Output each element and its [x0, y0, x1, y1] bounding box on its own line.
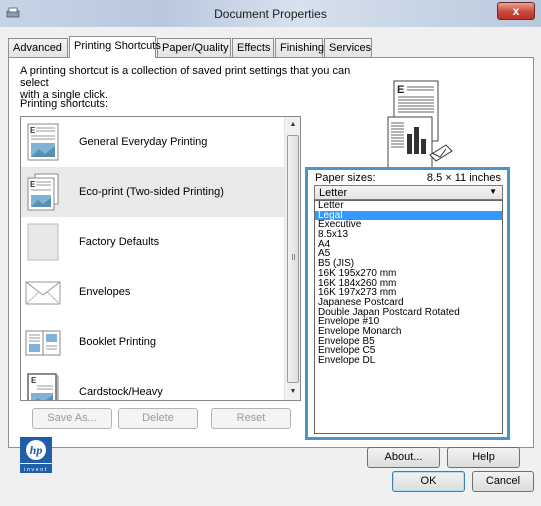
ok-button[interactable]: OK — [392, 471, 465, 492]
list-scrollbar[interactable]: ▲ ▼ — [284, 117, 300, 400]
list-item[interactable]: Factory Defaults — [21, 217, 286, 267]
title-bar: Document Properties x — [0, 0, 541, 27]
reset-button[interactable]: Reset — [211, 408, 291, 429]
list-item[interactable]: E Cardstock/Heavy — [21, 367, 286, 400]
paper-size-dropdown[interactable]: Letter Legal Executive 8.5x13 A4 A5 B5 (… — [314, 200, 503, 434]
svg-text:E: E — [30, 126, 36, 135]
tab-effects[interactable]: Effects — [232, 38, 274, 57]
list-item-label: Cardstock/Heavy — [79, 386, 163, 398]
list-item[interactable]: Envelopes — [21, 267, 286, 317]
about-button[interactable]: About... — [367, 447, 440, 468]
shortcut-description: A printing shortcut is a collection of s… — [20, 65, 360, 101]
cardstock-icon: E — [27, 373, 59, 400]
chevron-down-icon[interactable]: ▼ — [489, 187, 497, 196]
list-item-label: Eco-print (Two-sided Printing) — [79, 186, 224, 198]
svg-text:E: E — [397, 84, 404, 96]
list-item[interactable]: Booklet Printing — [21, 317, 286, 367]
svg-text:invent: invent — [24, 467, 48, 473]
list-item[interactable]: E Eco-print (Two-sided Printing) — [21, 167, 286, 217]
paper-sizes-callout: Paper sizes: 8.5 × 11 inches Letter ▼ Le… — [305, 167, 510, 440]
svg-text:E: E — [30, 180, 36, 189]
window-title: Document Properties — [214, 7, 327, 21]
description-line-1: A printing shortcut is a collection of s… — [20, 65, 351, 89]
tab-services[interactable]: Services — [324, 38, 372, 57]
list-item-label: Booklet Printing — [79, 336, 157, 348]
tab-paper-quality[interactable]: Paper/Quality — [157, 38, 231, 57]
scroll-down-arrow-icon[interactable]: ▼ — [285, 384, 300, 400]
paper-dimensions: 8.5 × 11 inches — [426, 172, 501, 184]
save-as-button[interactable]: Save As... — [32, 408, 112, 429]
scroll-up-arrow-icon[interactable]: ▲ — [285, 117, 300, 133]
list-item-label: General Everyday Printing — [79, 136, 208, 148]
paper-size-select[interactable]: Letter ▼ — [314, 185, 503, 200]
blank-doc-icon — [27, 223, 59, 261]
list-item-label: Envelopes — [79, 286, 131, 298]
help-button[interactable]: Help — [447, 447, 520, 468]
close-button[interactable]: x — [497, 2, 535, 20]
shortcuts-list[interactable]: E General Everyday Printing E Eco-print … — [20, 116, 301, 401]
page-preview-icon: E — [387, 80, 453, 178]
list-item-label: Factory Defaults — [79, 236, 160, 248]
duplex-doc-icon: E — [27, 173, 59, 211]
paper-option[interactable]: A4 — [315, 239, 502, 250]
paper-sizes-label: Paper sizes: — [315, 172, 376, 184]
grip-icon — [292, 254, 295, 260]
svg-text:E: E — [31, 376, 37, 385]
paper-option[interactable]: 8.5x13 — [315, 230, 502, 240]
tab-advanced[interactable]: Advanced — [8, 38, 68, 57]
svg-text:hp: hp — [30, 443, 43, 457]
hp-logo: hp invent — [20, 437, 52, 473]
dialog-client: Advanced Printing Shortcuts Paper/Qualit… — [0, 27, 541, 506]
paper-option[interactable]: Envelope DL — [315, 356, 502, 366]
general-doc-icon: E — [27, 123, 59, 161]
delete-button[interactable]: Delete — [118, 408, 198, 429]
booklet-icon — [25, 330, 61, 356]
scroll-thumb[interactable] — [287, 135, 299, 383]
tab-printing-shortcuts[interactable]: Printing Shortcuts — [69, 36, 161, 58]
shortcuts-label: Printing shortcuts: — [20, 98, 109, 110]
selected-paper-size: Letter — [319, 187, 348, 199]
list-item[interactable]: E General Everyday Printing — [21, 117, 286, 167]
envelope-icon — [25, 281, 61, 305]
paper-option[interactable]: Letter — [315, 201, 502, 211]
tab-finishing[interactable]: Finishing — [275, 38, 324, 57]
cancel-button[interactable]: Cancel — [472, 471, 534, 492]
